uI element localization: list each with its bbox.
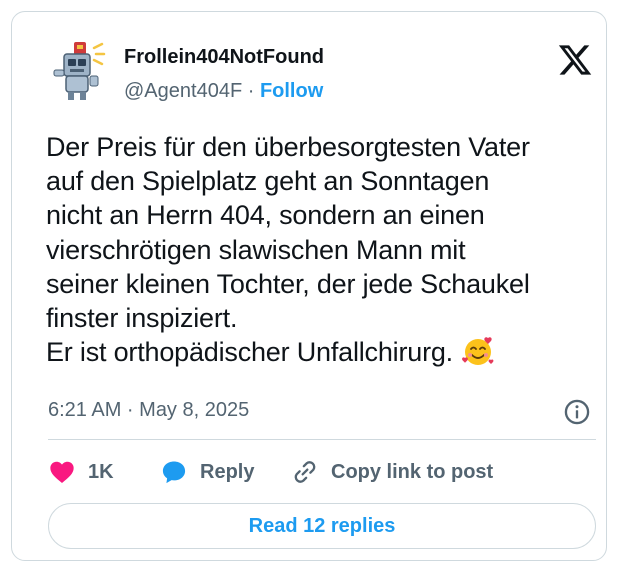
handle-separator: ·: [242, 80, 260, 102]
like-button[interactable]: 1K: [48, 456, 114, 488]
reply-label: Reply: [200, 460, 255, 483]
handle[interactable]: @Agent404F: [124, 80, 242, 102]
read-replies-button[interactable]: Read 12 replies: [48, 503, 596, 549]
tweet-body: Der Preis für den überbesorgtesten Vater…: [46, 132, 530, 368]
like-count: 1K: [88, 460, 114, 483]
copy-link-label: Copy link to post: [331, 460, 494, 483]
reply-bubble-icon: [162, 461, 186, 484]
divider: [48, 439, 596, 440]
robot-avatar[interactable]: [44, 40, 106, 102]
smiling-face-with-hearts-icon: [462, 337, 494, 366]
copy-link-button[interactable]: Copy link to post: [291, 456, 493, 488]
link-icon: [294, 461, 316, 483]
reply-button[interactable]: Reply: [160, 456, 254, 488]
x-logo-icon[interactable]: [557, 42, 593, 78]
tweet-card: Frollein404NotFound @Agent404F · Follow …: [11, 11, 607, 561]
action-bar: 1K Reply Copy link to post: [48, 456, 596, 488]
info-icon[interactable]: [563, 398, 591, 426]
timestamp[interactable]: 6:21 AM · May 8, 2025: [48, 399, 249, 422]
heart-icon: [50, 461, 74, 483]
follow-button[interactable]: Follow: [260, 80, 323, 102]
tweet-text: Der Preis für den überbesorgtesten Vater…: [46, 130, 606, 369]
display-name[interactable]: Frollein404NotFound: [124, 46, 324, 69]
handle-line: @Agent404F · Follow: [124, 80, 323, 103]
